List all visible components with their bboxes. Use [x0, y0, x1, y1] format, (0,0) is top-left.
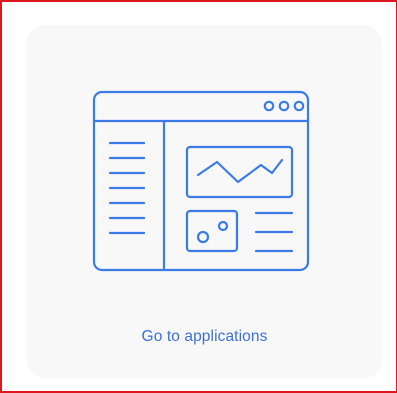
go-to-applications-card[interactable]: Go to applications	[27, 25, 382, 377]
go-to-applications-link[interactable]: Go to applications	[27, 328, 382, 346]
web-application-window-icon	[88, 85, 318, 285]
